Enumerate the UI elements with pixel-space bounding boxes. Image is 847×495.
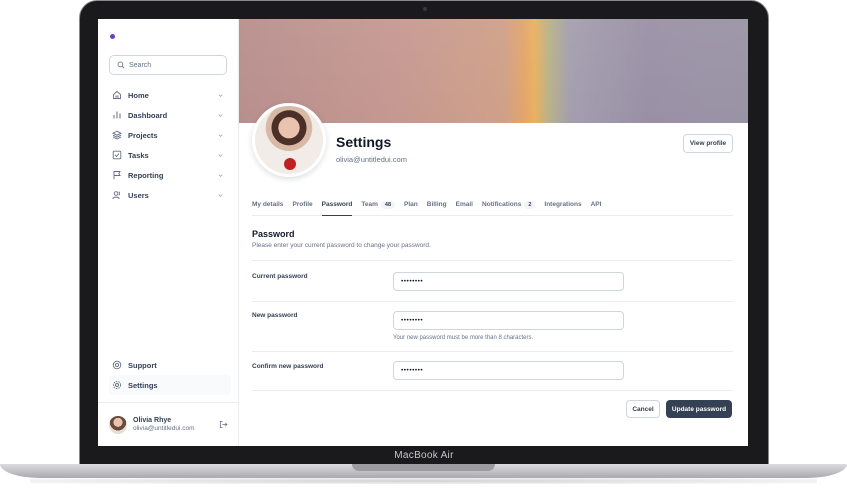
update-password-button[interactable]: Update password [666, 400, 732, 418]
section-description: Please enter your current password to ch… [252, 242, 431, 249]
divider [252, 390, 733, 391]
new-password-field[interactable]: •••••••• [393, 311, 624, 330]
sidebar-item-support[interactable]: Support [109, 355, 231, 375]
sidebar-item-label: Settings [128, 380, 158, 390]
chevron-down-icon [217, 192, 224, 199]
new-password-label: New password [252, 312, 298, 319]
chevron-down-icon [217, 92, 224, 99]
tab-notifications[interactable]: Notifications 2 [481, 198, 536, 216]
users-icon [112, 190, 122, 200]
sidebar-item-label: Dashboard [128, 110, 168, 120]
tab-label: API [590, 201, 602, 208]
sidebar-item-label: Reporting [128, 170, 164, 180]
sidebar-item-projects[interactable]: Projects [109, 125, 227, 145]
tab-label: Email [455, 201, 473, 208]
search-icon [117, 61, 125, 69]
user-info: Olivia Rhye olivia@untitledui.com [133, 417, 213, 432]
current-password-field[interactable]: •••••••• [393, 272, 624, 291]
section-title: Password [252, 229, 295, 239]
tab-label: Password [321, 201, 353, 208]
current-password-label: Current password [252, 273, 308, 280]
sidebar-item-reporting[interactable]: Reporting [109, 165, 227, 185]
laptop-chin: MacBook Air [80, 446, 768, 465]
user-account: Olivia Rhye olivia@untitledui.com [98, 402, 239, 446]
tab-api[interactable]: API [591, 198, 602, 216]
tab-label: Profile [292, 201, 313, 208]
logout-icon[interactable] [219, 420, 228, 429]
sidebar-nav: Home Dashboard Projects Tasks Reporting … [109, 85, 227, 205]
tab-label: Integrations [544, 201, 582, 208]
tab-billing[interactable]: Billing [427, 198, 447, 216]
laptop-lid: Search Home Dashboard Projects Tasks Rep… [79, 0, 769, 465]
sidebar-item-home[interactable]: Home [109, 85, 227, 105]
sidebar-item-label: Support [128, 360, 157, 370]
tab-label: Team [361, 201, 378, 208]
logo [110, 34, 115, 39]
tab-label: Billing [426, 201, 447, 208]
tab-badge: 2 [524, 201, 536, 209]
sidebar-item-label: Projects [128, 130, 158, 140]
search-placeholder: Search [129, 61, 152, 69]
sidebar-item-settings[interactable]: Settings [109, 375, 231, 395]
device-label: MacBook Air [394, 450, 454, 461]
camera [423, 7, 427, 11]
divider [252, 301, 733, 302]
bar-chart-icon [112, 110, 122, 120]
chevron-down-icon [217, 132, 224, 139]
view-profile-button[interactable]: View profile [683, 134, 733, 153]
chevron-down-icon [217, 152, 224, 159]
cover-image [239, 19, 748, 123]
sidebar-item-label: Home [128, 90, 149, 100]
tab-label: My details [252, 201, 284, 208]
tab-profile[interactable]: Profile [292, 198, 312, 216]
tab-password[interactable]: Password [321, 198, 353, 216]
tab-team[interactable]: Team 48 [361, 198, 396, 216]
home-icon [112, 90, 122, 100]
life-buoy-icon [112, 360, 122, 370]
tab-badge: 48 [380, 201, 396, 209]
main-content: Settings olivia@untitledui.com View prof… [239, 19, 748, 446]
user-email: olivia@untitledui.com [133, 425, 195, 432]
profile-photo [252, 103, 326, 177]
flag-icon [112, 170, 122, 180]
tab-label: Plan [404, 201, 418, 208]
avatar[interactable] [109, 415, 127, 434]
chevron-down-icon [217, 172, 224, 179]
search-input[interactable]: Search [109, 55, 227, 75]
sidebar-item-users[interactable]: Users [109, 185, 227, 205]
check-square-icon [112, 150, 122, 160]
page-title: Settings [336, 134, 392, 150]
page-subtitle: olivia@untitledui.com [336, 155, 407, 164]
tab-label: Notifications [481, 201, 522, 208]
divider [252, 351, 733, 352]
confirm-password-field[interactable]: •••••••• [393, 361, 624, 380]
sidebar-item-dashboard[interactable]: Dashboard [109, 105, 227, 125]
sidebar: Search Home Dashboard Projects Tasks Rep… [98, 19, 239, 446]
new-password-hint: Your new password must be more than 8 ch… [393, 335, 534, 341]
laptop-notch [352, 464, 495, 471]
tab-plan[interactable]: Plan [404, 198, 418, 216]
cancel-button[interactable]: Cancel [626, 400, 660, 418]
chevron-down-icon [217, 112, 224, 119]
sidebar-bottom-nav: Support Settings [109, 355, 231, 395]
sidebar-item-tasks[interactable]: Tasks [109, 145, 227, 165]
screen: Search Home Dashboard Projects Tasks Rep… [98, 19, 748, 446]
gear-icon [112, 380, 122, 390]
user-name: Olivia Rhye [133, 417, 172, 424]
divider [252, 260, 733, 261]
tab-email[interactable]: Email [456, 198, 473, 216]
confirm-password-label: Confirm new password [252, 363, 324, 370]
settings-tabs: My details Profile Password Team 48 Plan … [252, 198, 733, 216]
sidebar-item-label: Tasks [128, 150, 149, 160]
tab-my-details[interactable]: My details [252, 198, 283, 216]
sidebar-item-label: Users [128, 190, 149, 200]
tab-integrations[interactable]: Integrations [544, 198, 581, 216]
rose-detail [284, 158, 296, 170]
laptop-shadow [30, 478, 817, 484]
layers-icon [112, 130, 122, 140]
